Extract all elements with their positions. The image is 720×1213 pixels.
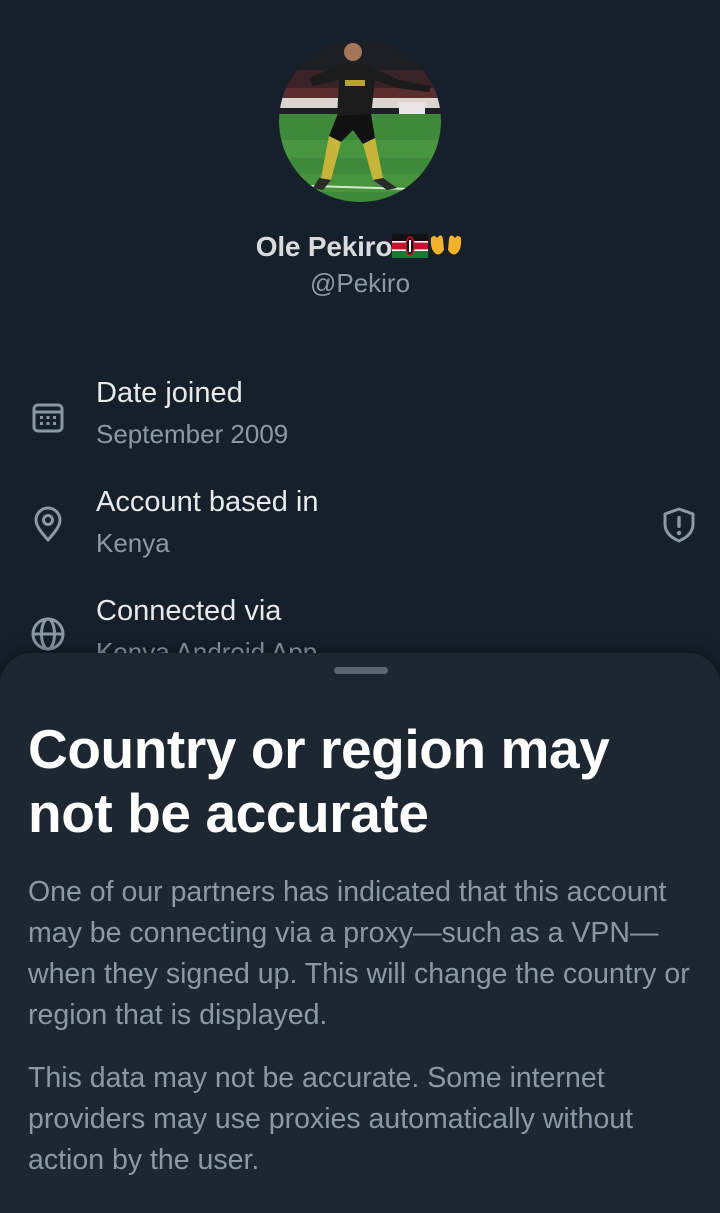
sheet-title: Country or region may not be accurate: [28, 718, 610, 844]
sheet-disclaimer: This data may not be accurate. Some inte…: [28, 1062, 634, 1176]
date-joined-value: September 2009: [96, 419, 289, 449]
account-location-value: Kenya: [96, 528, 170, 558]
account-location-label: Account based in: [96, 486, 319, 518]
region-accuracy-sheet: Country or region may not be accurate On…: [0, 653, 720, 1213]
connected-via-label: Connected via: [96, 595, 282, 627]
date-joined-row: Date joined September 2009: [0, 377, 720, 467]
globe-icon: [31, 617, 65, 651]
date-joined-label: Date joined: [96, 377, 243, 409]
shield-alert-icon[interactable]: [662, 507, 696, 543]
location-pin-icon: [34, 506, 62, 542]
profile-avatar[interactable]: [279, 40, 441, 202]
avatar-photo: [279, 40, 441, 202]
profile-about-screen: Ole Pekiro @Pekiro Date joined September…: [0, 0, 720, 1213]
sheet-drag-handle[interactable]: [334, 667, 388, 674]
profile-handle: @Pekiro: [309, 268, 411, 298]
kenya-flag-emoji: [392, 233, 429, 265]
account-location-row: Account based in Kenya: [0, 486, 720, 576]
display-name-text: Ole Pekiro: [255, 231, 393, 262]
display-name: Ole Pekiro: [0, 231, 720, 265]
sheet-explanation: One of our partners has indicated that t…: [28, 876, 690, 1031]
open-hands-emoji: [428, 232, 464, 265]
calendar-icon: [32, 403, 64, 433]
